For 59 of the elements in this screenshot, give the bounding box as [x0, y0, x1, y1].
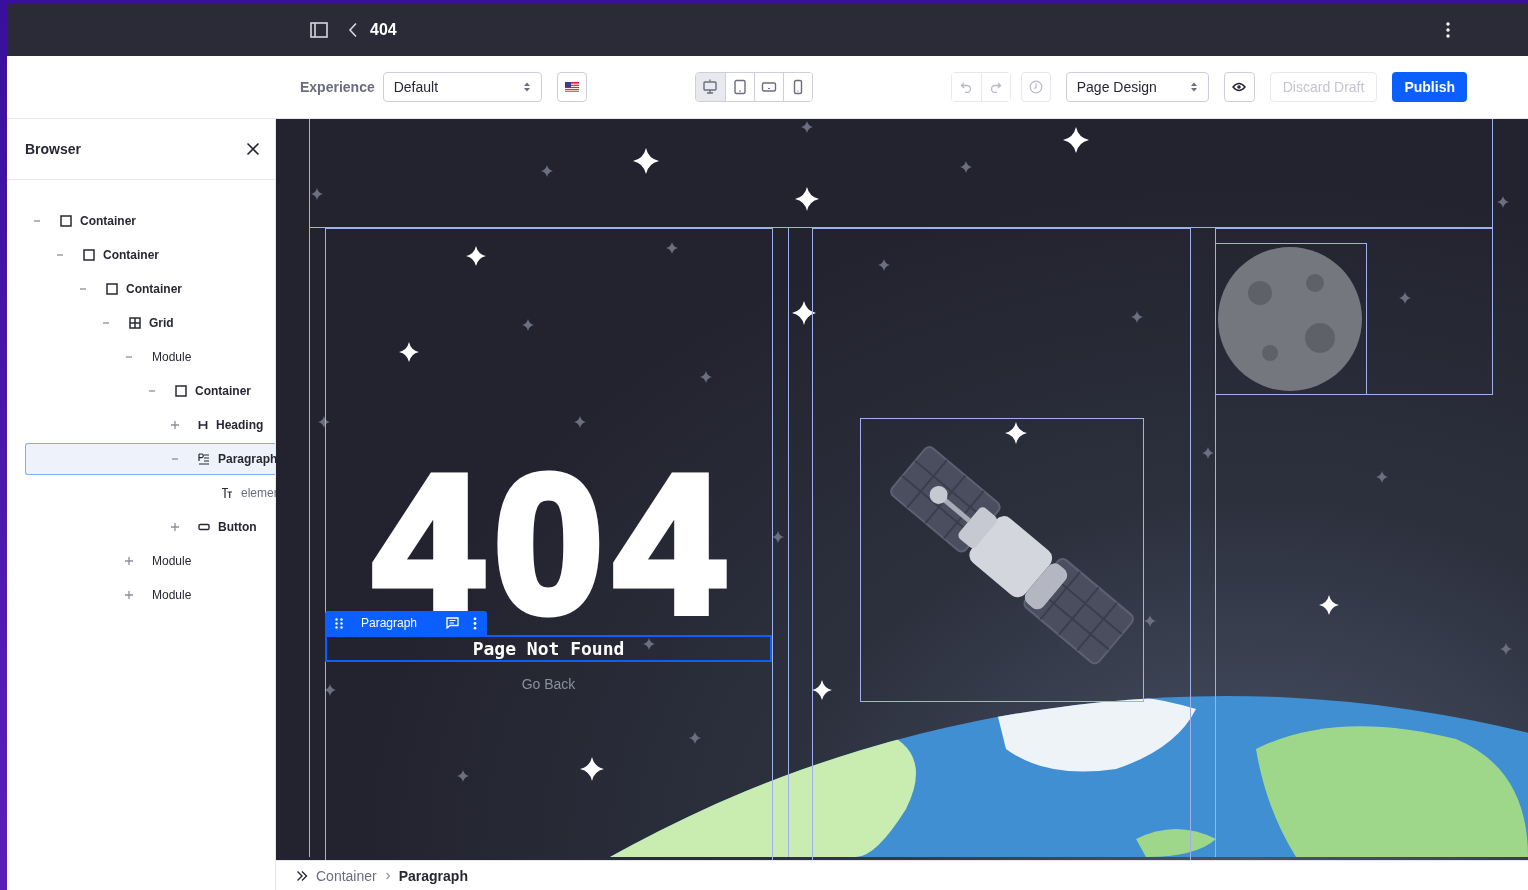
square-icon	[60, 215, 72, 227]
expand-icon[interactable]	[123, 555, 135, 567]
expand-icon[interactable]	[123, 589, 135, 601]
breadcrumb-item[interactable]: Container	[316, 867, 377, 884]
error-heading: 404	[373, 475, 737, 611]
select-caret-icon	[522, 81, 531, 93]
experience-label: Experience	[300, 79, 375, 95]
back-icon[interactable]	[348, 22, 358, 38]
button-icon	[198, 522, 210, 532]
heading-icon	[198, 420, 208, 430]
square-icon	[83, 249, 95, 261]
square-icon	[106, 283, 118, 295]
page-title: 404	[370, 21, 397, 39]
tablet-device-icon	[731, 79, 748, 95]
eye-icon	[1232, 82, 1247, 92]
breadcrumb-item[interactable]: Paragraph	[398, 867, 468, 884]
tree-item[interactable]: elemer	[25, 477, 275, 509]
tree-item[interactable]: Heading	[25, 409, 275, 441]
drag-handle-icon[interactable]	[335, 617, 343, 629]
publish-button[interactable]: Publish	[1392, 72, 1467, 102]
landscape-device-icon	[760, 79, 777, 95]
tree-item[interactable]: Button	[25, 511, 275, 543]
tree-item[interactable]: Module	[25, 545, 275, 577]
flag-icon[interactable]	[556, 72, 587, 102]
tree-item[interactable]: Grid	[25, 307, 275, 339]
redo-icon	[989, 81, 1002, 93]
clock-icon	[1028, 80, 1043, 94]
double-chevron-icon[interactable]	[296, 869, 308, 882]
experience-select[interactable]: Default	[382, 72, 542, 102]
select-caret-icon	[1189, 81, 1198, 93]
mode-select[interactable]: Page Design	[1065, 72, 1209, 102]
viewport-button[interactable]	[695, 73, 725, 101]
tree-item[interactable]: Module	[25, 579, 275, 611]
sidebar-toggle-icon[interactable]	[310, 22, 328, 38]
go-back-link[interactable]: Go Back	[521, 676, 576, 692]
preview-button[interactable]	[1223, 72, 1255, 102]
history-button[interactable]	[1020, 72, 1051, 102]
panel-title: Browser	[25, 141, 82, 157]
tree-item[interactable]: Container	[25, 273, 275, 305]
undo-icon	[960, 81, 973, 93]
more-options-icon[interactable]	[1446, 22, 1450, 38]
tree-item[interactable]: Module	[25, 341, 275, 373]
desktop-device-icon	[702, 79, 719, 95]
tree-item[interactable]: Container	[25, 239, 275, 271]
expand-icon[interactable]	[169, 521, 181, 533]
square-icon	[175, 385, 187, 397]
tree-item[interactable]: Container	[25, 205, 275, 237]
tree-item[interactable]: Container	[25, 375, 275, 407]
grid-icon	[129, 317, 141, 329]
element-type-label: Paragraph	[361, 616, 419, 630]
paragraph-text[interactable]: Page Not Found	[325, 635, 772, 662]
expand-icon[interactable]	[169, 419, 181, 431]
close-icon[interactable]	[246, 142, 260, 156]
comment-icon[interactable]	[446, 617, 459, 629]
tree-item[interactable]: Paragraph	[25, 443, 275, 475]
text-icon	[221, 487, 233, 499]
paragraph-icon	[198, 453, 210, 465]
chevron-icon	[384, 871, 391, 880]
viewport-button[interactable]	[782, 73, 812, 101]
